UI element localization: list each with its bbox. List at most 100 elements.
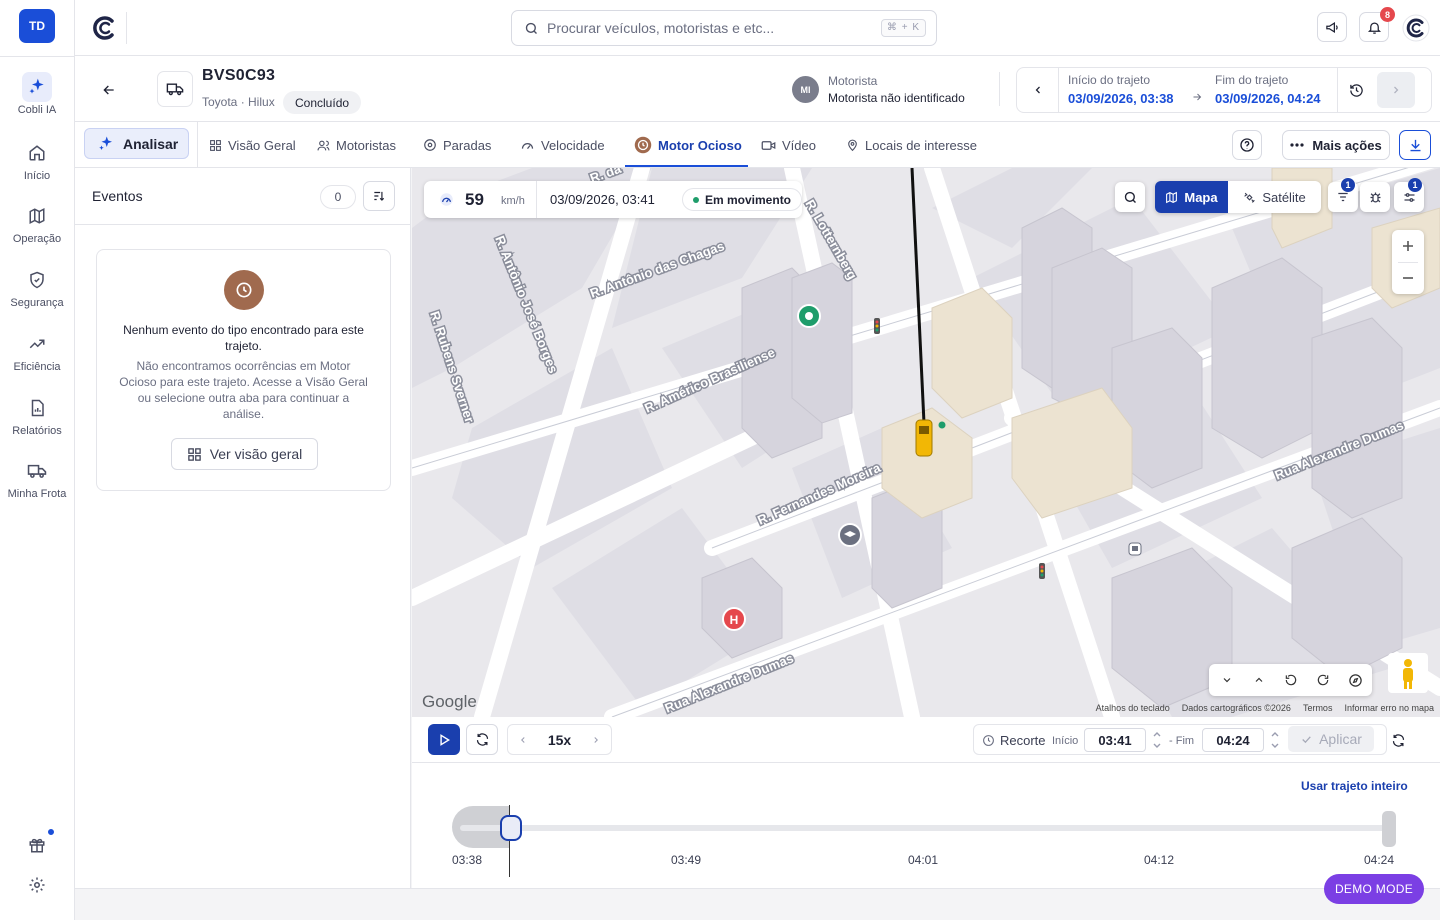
user-avatar[interactable]: TD	[19, 9, 55, 43]
sidebar-item-eficiencia[interactable]: Eficiência	[0, 329, 74, 387]
timeline-handle[interactable]	[500, 815, 522, 841]
map-search-button[interactable]	[1115, 182, 1145, 212]
rotate-left-icon	[1285, 674, 1297, 686]
clock-icon	[634, 136, 652, 154]
driver-name: Motorista não identificado	[828, 91, 965, 105]
layers-count-badge: 1	[1408, 178, 1422, 192]
bus-stop-icon[interactable]	[1128, 542, 1142, 556]
speed-unit: km/h	[501, 195, 525, 207]
more-actions-button[interactable]: Mais ações	[1282, 130, 1390, 160]
terms-link[interactable]: Termos	[1303, 703, 1333, 713]
map-view[interactable]: R. Antônio das Chagas R. Américo Brasili…	[412, 168, 1440, 717]
analysis-tabs: Analisar Visão Geral Motoristas Paradas …	[75, 122, 1440, 168]
analyze-label: Analisar	[123, 135, 179, 152]
download-button[interactable]	[1399, 130, 1431, 160]
stepper-icon[interactable]	[1270, 728, 1280, 752]
sidebar-item-minha-frota[interactable]: Minha Frota	[0, 456, 74, 514]
tab-paradas[interactable]: Paradas	[423, 122, 491, 168]
trip-history-button[interactable]	[1337, 68, 1375, 112]
sidebar-item-label: Segurança	[10, 297, 64, 309]
trip-end-value[interactable]: 03/09/2026, 04:24	[1215, 91, 1321, 106]
tab-visao-geral[interactable]: Visão Geral	[209, 122, 296, 168]
sidebar-item-seguranca[interactable]: Segurança	[0, 265, 74, 323]
speedometer-icon	[521, 142, 534, 149]
compass-button[interactable]	[1341, 664, 1369, 696]
playback-controls: 15x Recorte Início 03:41 - Fim 04:24 Apl…	[412, 717, 1440, 763]
start-marker-icon[interactable]	[797, 304, 821, 328]
sort-button[interactable]	[363, 181, 395, 211]
map-traffic-button[interactable]	[1360, 182, 1390, 212]
trim-label: Recorte	[1000, 733, 1046, 748]
apply-trim-button[interactable]: Aplicar	[1288, 726, 1374, 752]
tab-motor-ocioso[interactable]: Motor Ocioso	[634, 122, 742, 168]
play-button[interactable]	[428, 724, 460, 755]
rotate-right-button[interactable]	[1309, 664, 1337, 696]
timeline-end-handle[interactable]	[1382, 811, 1396, 847]
help-icon	[1240, 138, 1254, 152]
timeline-track[interactable]	[460, 825, 1394, 831]
zoom-in-button[interactable]	[1392, 230, 1424, 262]
trip-start-label: Início do trajeto	[1068, 73, 1151, 87]
sidebar-item-relatorios[interactable]: Relatórios	[0, 393, 74, 451]
announcements-button[interactable]	[1317, 12, 1347, 42]
tab-video[interactable]: Vídeo	[761, 122, 816, 168]
chevron-left-icon	[1035, 86, 1040, 94]
cobli-logo[interactable]	[91, 14, 119, 42]
notification-dot	[47, 828, 55, 836]
stepper-icon[interactable]	[1152, 728, 1162, 752]
hospital-icon[interactable]: H	[722, 607, 746, 631]
zoom-control	[1392, 230, 1424, 294]
vehicle-model: Toyota · Hilux	[202, 95, 275, 109]
sidebar: TD Cobli IA Início Operação Segurança Ef…	[0, 0, 75, 920]
previous-trip-button[interactable]	[1017, 68, 1059, 112]
tab-label: Locais de interesse	[865, 137, 978, 153]
footer	[75, 888, 1440, 920]
view-overview-button[interactable]: Ver visão geral	[171, 438, 318, 470]
tab-label: Vídeo	[782, 137, 816, 153]
street-view-pegman-icon[interactable]	[1388, 653, 1428, 693]
tab-velocidade[interactable]: Velocidade	[520, 122, 605, 168]
more-actions-label: Mais ações	[1312, 137, 1382, 153]
keyboard-shortcuts-link[interactable]: Atalhos do teclado	[1096, 703, 1170, 713]
zoom-out-button[interactable]	[1392, 262, 1424, 294]
analyze-button[interactable]: Analisar	[84, 128, 189, 159]
tab-motoristas[interactable]: Motoristas	[317, 122, 396, 168]
back-button[interactable]	[97, 78, 121, 102]
sidebar-item-label: Relatórios	[12, 425, 62, 437]
loop-button[interactable]	[466, 724, 498, 755]
gift-button[interactable]	[0, 836, 74, 854]
trim-start-input[interactable]: 03:41	[1084, 728, 1146, 752]
map-type-satellite-button[interactable]: Satélite	[1228, 181, 1321, 213]
chevron-left-icon[interactable]	[518, 735, 528, 745]
trim-end-input[interactable]: 04:24	[1202, 728, 1264, 752]
status-dot	[693, 196, 699, 203]
notifications-button[interactable]: 8	[1359, 7, 1395, 42]
map-data-text: Dados cartográficos ©2026	[1181, 703, 1291, 713]
chevron-right-icon	[1394, 86, 1399, 94]
tab-locais-de-interesse[interactable]: Locais de interesse	[846, 122, 977, 168]
map-canvas[interactable]: R. Antônio das Chagas R. Américo Brasili…	[412, 168, 1440, 717]
school-icon[interactable]	[838, 523, 862, 547]
use-full-trip-link[interactable]: Usar trajeto inteiro	[1301, 779, 1408, 793]
tilt-up-button[interactable]	[1245, 664, 1273, 696]
tilt-down-button[interactable]	[1213, 664, 1241, 696]
demo-mode-badge[interactable]: DEMO MODE	[1324, 874, 1424, 904]
next-trip-button[interactable]	[1377, 72, 1415, 108]
vehicle-marker-icon[interactable]	[915, 419, 933, 457]
notification-badge: 8	[1380, 7, 1395, 22]
settings-button[interactable]	[0, 876, 74, 894]
sidebar-item-inicio[interactable]: Início	[0, 138, 74, 196]
sidebar-item-operacao[interactable]: Operação	[0, 201, 74, 259]
trip-start-value[interactable]: 03/09/2026, 03:38	[1068, 91, 1174, 106]
pin-icon	[848, 139, 857, 152]
reset-trim-button[interactable]	[1386, 725, 1410, 755]
minus-icon	[1403, 277, 1413, 279]
rotate-left-button[interactable]	[1277, 664, 1305, 696]
account-logo-icon[interactable]	[1402, 14, 1430, 42]
report-error-link[interactable]: Informar erro no mapa	[1344, 703, 1434, 713]
search-input[interactable]: Procurar veículos, motoristas e etc... ⌘…	[511, 10, 937, 46]
chevron-right-icon[interactable]	[591, 735, 601, 745]
help-button[interactable]	[1232, 130, 1262, 160]
sidebar-item-cobli-ia[interactable]: Cobli IA	[0, 72, 74, 130]
map-type-map-button[interactable]: Mapa	[1155, 181, 1228, 213]
